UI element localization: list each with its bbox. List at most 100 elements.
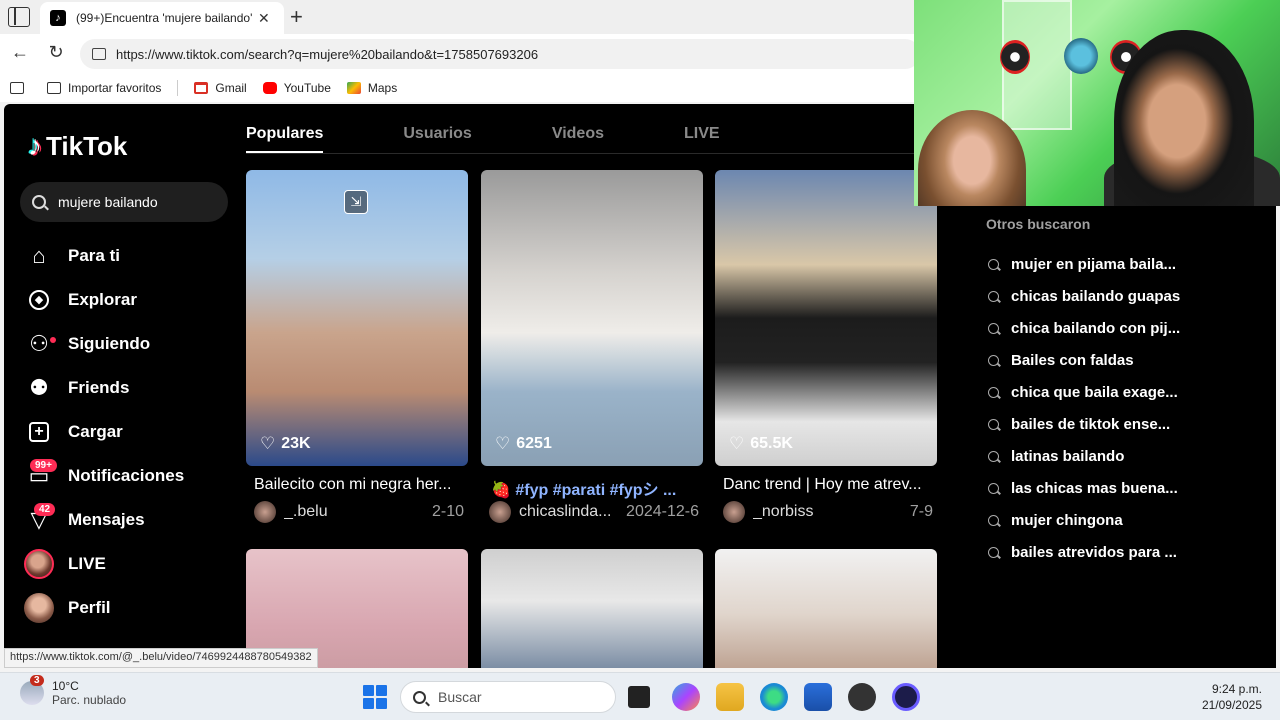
task-view-icon[interactable] bbox=[628, 686, 650, 708]
profile-avatar bbox=[24, 593, 54, 623]
tab-usuarios[interactable]: Usuarios bbox=[403, 104, 471, 153]
video-caption[interactable]: 🍓 #fyp #parati #fypシ ... bbox=[491, 476, 713, 500]
file-explorer-icon[interactable] bbox=[716, 683, 744, 711]
video-card[interactable] bbox=[481, 549, 703, 668]
video-card[interactable] bbox=[715, 549, 937, 668]
person-boy bbox=[1114, 30, 1254, 206]
tiktok-logo[interactable]: ♪ TikTok bbox=[28, 130, 127, 162]
sidebar-item-notificaciones[interactable]: ▭ 99+ Notificaciones bbox=[24, 454, 184, 498]
search-input[interactable]: mujere bailando bbox=[20, 182, 228, 222]
live-avatar bbox=[24, 549, 54, 579]
cloud-icon: 3 bbox=[20, 675, 44, 705]
site-info-icon[interactable] bbox=[92, 48, 106, 60]
tab-close-icon[interactable]: ✕ bbox=[258, 10, 270, 27]
bookmark-gmail[interactable]: Gmail bbox=[194, 81, 247, 95]
heart-icon: ♡ bbox=[729, 434, 745, 453]
search-icon bbox=[988, 546, 999, 558]
heart-icon: ♡ bbox=[495, 434, 511, 453]
search-result-tabs: Populares Usuarios Videos LIVE bbox=[246, 104, 936, 154]
import-icon bbox=[47, 82, 61, 94]
messages-icon: ▽ 42 bbox=[24, 503, 56, 533]
refresh-icon[interactable]: ↻ bbox=[44, 42, 68, 63]
video-date: 7-9 bbox=[909, 503, 933, 520]
url-text: https://www.tiktok.com/search?q=mujere%2… bbox=[116, 46, 539, 62]
video-caption[interactable]: Danc trend | Hoy me atrev... bbox=[723, 476, 945, 494]
search-icon bbox=[988, 290, 999, 302]
suggestion-item[interactable]: mujer chingona bbox=[988, 504, 1180, 536]
suggestion-item[interactable]: bailes de tiktok ense... bbox=[988, 408, 1180, 440]
browser-tab-active[interactable]: ♪ (99+)Encuentra 'mujere bailando' ✕ bbox=[40, 2, 284, 34]
start-button[interactable] bbox=[363, 685, 387, 709]
back-arrow-icon[interactable]: ← bbox=[8, 42, 32, 63]
search-icon bbox=[413, 690, 426, 704]
video-card[interactable]: ♡ 6251 bbox=[481, 170, 703, 466]
sidebar-item-cargar[interactable]: + Cargar bbox=[24, 410, 184, 454]
search-icon bbox=[988, 386, 999, 398]
upload-icon: + bbox=[24, 419, 54, 445]
sidebar-menu: ⌂ Para ti ◆ Explorar ⚇ Siguiendo ⚉ Frien… bbox=[24, 234, 184, 630]
sidebar-item-live[interactable]: LIVE bbox=[24, 542, 184, 586]
video-username[interactable]: _norbiss bbox=[753, 503, 910, 521]
system-clock[interactable]: 9:24 p.m. 21/09/2025 bbox=[1202, 681, 1262, 713]
tab-videos[interactable]: Videos bbox=[552, 104, 604, 153]
video-username[interactable]: chicaslinda... bbox=[519, 503, 626, 521]
pip-icon[interactable]: ⇲ bbox=[344, 190, 368, 214]
sidebar-item-para-ti[interactable]: ⌂ Para ti bbox=[24, 234, 184, 278]
bookmark-importar-favoritos[interactable]: Importar favoritos bbox=[47, 81, 161, 95]
search-icon bbox=[988, 482, 999, 494]
suggestion-item[interactable]: latinas bailando bbox=[988, 440, 1180, 472]
video-card[interactable]: ⇲ ♡ 23K bbox=[246, 170, 468, 466]
video-likes: ♡ 23K bbox=[260, 434, 311, 453]
weather-badge: 3 bbox=[30, 675, 44, 686]
video-username[interactable]: _.belu bbox=[284, 503, 432, 521]
tiktok-favicon-icon: ♪ bbox=[50, 10, 66, 26]
obs-icon[interactable] bbox=[892, 683, 920, 711]
sidebar-item-perfil[interactable]: Perfil bbox=[24, 586, 184, 630]
bookmark-maps[interactable]: Maps bbox=[346, 81, 397, 95]
plush-toy bbox=[1000, 40, 1030, 74]
user-avatar[interactable] bbox=[723, 501, 745, 523]
maps-icon bbox=[346, 82, 361, 94]
app-icon[interactable] bbox=[848, 683, 876, 711]
collections-icon[interactable] bbox=[10, 82, 31, 94]
tab-populares[interactable]: Populares bbox=[246, 104, 324, 153]
windows-taskbar: 3 10°C Parc. nublado Buscar 9:24 p.m. 21… bbox=[0, 672, 1280, 720]
weather-desc: Parc. nublado bbox=[52, 693, 127, 707]
tab-actions-icon[interactable] bbox=[8, 7, 30, 27]
sidebar-item-explorar[interactable]: ◆ Explorar bbox=[24, 278, 184, 322]
search-value: mujere bailando bbox=[58, 194, 158, 210]
user-avatar[interactable] bbox=[254, 501, 276, 523]
suggestion-item[interactable]: bailes atrevidos para ... bbox=[988, 536, 1180, 568]
suggestion-item[interactable]: las chicas mas buena... bbox=[988, 472, 1180, 504]
home-icon: ⌂ bbox=[32, 243, 46, 268]
search-icon bbox=[32, 195, 46, 209]
video-caption[interactable]: Bailecito con mi negra her... bbox=[254, 476, 476, 494]
suggestion-item[interactable]: chicas bailando guapas bbox=[988, 280, 1180, 312]
video-meta: _norbiss 7-9 bbox=[723, 501, 933, 523]
suggestion-item[interactable]: mujer en pijama baila... bbox=[988, 248, 1180, 280]
tab-title: (99+)Encuentra 'mujere bailando' bbox=[76, 11, 252, 25]
suggestion-item[interactable]: Bailes con faldas bbox=[988, 344, 1180, 376]
address-bar[interactable]: https://www.tiktok.com/search?q=mujere%2… bbox=[80, 39, 920, 69]
following-icon: ⚇ bbox=[24, 331, 56, 357]
tab-live[interactable]: LIVE bbox=[684, 104, 720, 153]
suggestion-item[interactable]: chica que baila exage... bbox=[988, 376, 1180, 408]
video-meta: _.belu 2-10 bbox=[254, 501, 464, 523]
search-icon bbox=[988, 354, 999, 366]
video-card[interactable]: ♡ 65.5K bbox=[715, 170, 937, 466]
edge-icon[interactable] bbox=[760, 683, 788, 711]
weather-widget[interactable]: 3 10°C Parc. nublado bbox=[20, 675, 127, 707]
video-meta: chicaslinda... 2024-12-6 bbox=[489, 501, 699, 523]
store-icon[interactable] bbox=[804, 683, 832, 711]
suggestion-item[interactable]: chica bailando con pij... bbox=[988, 312, 1180, 344]
copilot-icon[interactable] bbox=[672, 683, 700, 711]
sidebar-item-siguiendo[interactable]: ⚇ Siguiendo bbox=[24, 322, 184, 366]
taskbar-search[interactable]: Buscar bbox=[400, 681, 616, 713]
sidebar-item-mensajes[interactable]: ▽ 42 Mensajes bbox=[24, 498, 184, 542]
user-avatar[interactable] bbox=[489, 501, 511, 523]
link-status-url: https://www.tiktok.com/@_.belu/video/746… bbox=[4, 648, 318, 668]
sidebar-item-friends[interactable]: ⚉ Friends bbox=[24, 366, 184, 410]
video-date: 2-10 bbox=[431, 503, 464, 520]
new-tab-icon[interactable]: + bbox=[290, 4, 303, 30]
bookmark-youtube[interactable]: YouTube bbox=[262, 81, 331, 95]
